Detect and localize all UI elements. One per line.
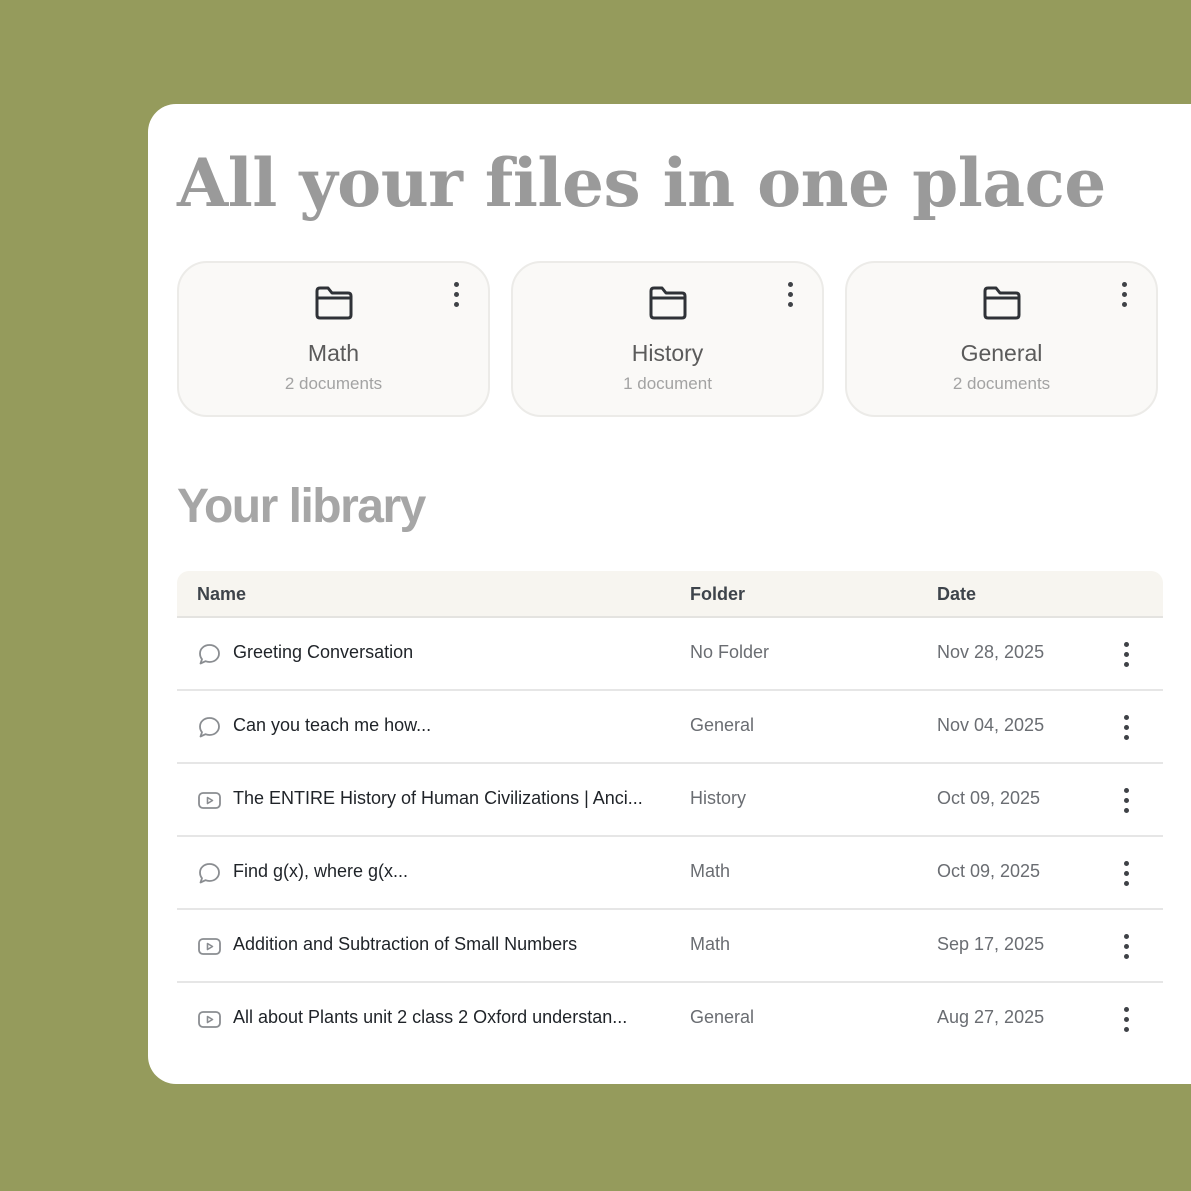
row-date: Nov 28, 2025 (937, 642, 1045, 662)
row-date: Nov 04, 2025 (937, 715, 1045, 735)
row-folder: History (690, 788, 747, 808)
row-name: All about Plants unit 2 class 2 Oxford u… (233, 1007, 628, 1027)
video-play-icon (198, 792, 221, 809)
row-name: Greeting Conversation (233, 642, 414, 662)
folder-name: General (960, 340, 1043, 366)
folder-card-general[interactable]: General 2 documents (845, 261, 1158, 417)
folder-cards: Math 2 documents History 1 document Gene… (177, 261, 1159, 417)
table-row[interactable]: Addition and Subtraction of Small Number… (177, 910, 1163, 983)
folder-icon (983, 286, 1020, 320)
folder-document-count: 2 documents (952, 374, 1051, 393)
table-row[interactable]: The ENTIRE History of Human Civilization… (177, 764, 1163, 837)
library-table: Name Folder Date Greeting Conversation N… (177, 571, 1163, 1056)
folder-document-count: 1 document (623, 374, 712, 393)
row-more-options-icon[interactable] (1114, 857, 1138, 889)
row-folder: General (690, 1007, 755, 1027)
library-title: Your library (177, 480, 426, 533)
folder-icon (649, 286, 686, 320)
table-row[interactable]: Can you teach me how... General Nov 04, … (177, 691, 1163, 764)
chat-bubble-icon (199, 863, 220, 884)
folder-more-options-icon[interactable] (444, 278, 468, 310)
folder-name: History (631, 340, 704, 366)
folder-more-options-icon[interactable] (1112, 278, 1136, 310)
column-header-folder[interactable]: Folder (690, 584, 745, 605)
row-folder: General (690, 715, 755, 735)
chat-bubble-icon (199, 717, 220, 738)
row-name: Addition and Subtraction of Small Number… (233, 934, 578, 954)
column-header-name[interactable]: Name (197, 584, 246, 605)
folder-card-history[interactable]: History 1 document (511, 261, 824, 417)
row-date: Oct 09, 2025 (937, 788, 1041, 808)
row-date: Sep 17, 2025 (937, 934, 1045, 954)
row-folder: No Folder (690, 642, 770, 662)
column-header-date[interactable]: Date (937, 584, 976, 605)
row-more-options-icon[interactable] (1114, 638, 1138, 670)
table-header: Name Folder Date (177, 571, 1163, 618)
table-row[interactable]: Greeting Conversation No Folder Nov 28, … (177, 618, 1163, 691)
row-name: Find g(x), where g(x... (233, 861, 409, 881)
row-date: Oct 09, 2025 (937, 861, 1041, 881)
row-folder: Math (690, 934, 731, 954)
video-play-icon (198, 1011, 221, 1028)
row-date: Aug 27, 2025 (937, 1007, 1045, 1027)
files-panel: All your files in one place Math 2 docum… (148, 104, 1191, 1084)
video-play-icon (198, 938, 221, 955)
folder-icon (315, 286, 352, 320)
folder-document-count: 2 documents (284, 374, 383, 393)
folder-name: Math (307, 340, 360, 366)
chat-bubble-icon (199, 644, 220, 665)
table-row[interactable]: All about Plants unit 2 class 2 Oxford u… (177, 983, 1163, 1056)
table-row[interactable]: Find g(x), where g(x... Math Oct 09, 202… (177, 837, 1163, 910)
row-more-options-icon[interactable] (1114, 930, 1138, 962)
folder-card-math[interactable]: Math 2 documents (177, 261, 490, 417)
folder-more-options-icon[interactable] (778, 278, 802, 310)
row-name: The ENTIRE History of Human Civilization… (233, 788, 643, 808)
row-folder: Math (690, 861, 731, 881)
row-name: Can you teach me how... (233, 715, 432, 735)
page-headline: All your files in one place (177, 144, 1106, 222)
row-more-options-icon[interactable] (1114, 1003, 1138, 1035)
row-more-options-icon[interactable] (1114, 711, 1138, 743)
row-more-options-icon[interactable] (1114, 784, 1138, 816)
